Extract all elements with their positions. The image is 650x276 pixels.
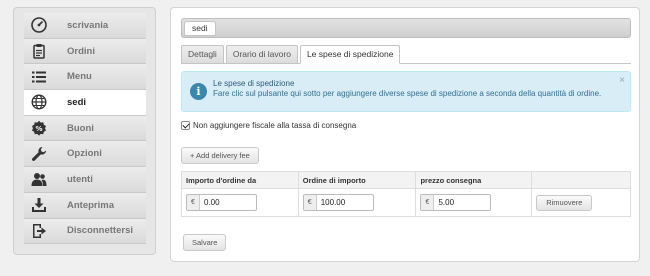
wrench-icon xyxy=(30,145,47,162)
users-icon xyxy=(30,171,47,188)
sidebar-item-label: Anteprima xyxy=(67,199,114,211)
sidebar-item-anteprima[interactable]: Anteprima xyxy=(24,192,146,219)
download-icon xyxy=(30,197,47,214)
sidebar-item-disconnettersi[interactable]: Disconnettersi xyxy=(24,218,146,245)
delivery-price-value: 5.00 xyxy=(438,198,455,207)
column-header-actions xyxy=(531,171,631,189)
column-header-from: Importo d'ordine da xyxy=(181,171,299,189)
sidebar-item-sedi[interactable]: sedi xyxy=(24,90,146,116)
list-icon xyxy=(30,68,47,85)
tab-bar: Dettagli Orario di lavoro Le spese di sp… xyxy=(181,45,631,64)
currency-addon: € xyxy=(187,195,200,210)
page-title: sedi xyxy=(184,21,216,36)
sidebar-item-label: Opzioni xyxy=(67,148,102,160)
amount-from-value: 0.00 xyxy=(204,198,220,207)
panel-header: sedi xyxy=(181,18,631,38)
sidebar-item-opzioni[interactable]: Opzioni xyxy=(24,141,146,168)
sidebar-item-label: sedi xyxy=(67,96,87,108)
table-header-row: Importo d'ordine da Ordine di importo pr… xyxy=(181,171,631,189)
tab-spese-di-spedizione[interactable]: Le spese di spedizione xyxy=(299,45,401,64)
cell-from: € 0.00 xyxy=(181,188,299,217)
close-icon[interactable]: × xyxy=(619,75,625,86)
amount-to-value: 100.00 xyxy=(320,198,346,207)
sidebar-item-scrivania[interactable]: scrivania xyxy=(24,13,146,39)
sidebar-item-label: utenti xyxy=(67,173,93,185)
column-header-price: prezzo consegna xyxy=(415,171,533,189)
sidebar-item-utenti[interactable]: utenti xyxy=(24,167,146,193)
sidebar-item-label: Disconnettersi xyxy=(67,225,133,237)
no-tax-checkbox[interactable] xyxy=(181,121,190,130)
sidebar-item-label: Ordini xyxy=(67,45,95,57)
cell-to: € 100.00 xyxy=(297,188,417,217)
no-tax-option: Non aggiungere fiscale alla tassa di con… xyxy=(181,121,356,130)
delivery-fees-table: Importo d'ordine da Ordine di importo pr… xyxy=(181,171,631,217)
save-button[interactable]: Salvare xyxy=(183,234,227,251)
sidebar-item-label: scrivania xyxy=(67,19,109,31)
tab-orario-di-lavoro[interactable]: Orario di lavoro xyxy=(225,45,298,64)
sidebar-item-ordini[interactable]: Ordini xyxy=(24,38,146,65)
currency-addon: € xyxy=(303,195,317,210)
percent-icon: % xyxy=(30,120,47,137)
clipboard-icon xyxy=(30,43,47,60)
sidebar-item-label: Buoni xyxy=(67,122,94,134)
sidebar-item-buoni[interactable]: % Buoni xyxy=(24,115,146,142)
svg-text:%: % xyxy=(35,125,42,133)
dashboard-icon xyxy=(30,17,47,34)
logout-icon xyxy=(30,222,47,239)
cell-actions: Rimuovere xyxy=(531,188,631,217)
amount-from-input[interactable]: € 0.00 xyxy=(186,194,257,211)
remove-button[interactable]: Rimuovere xyxy=(536,194,593,211)
column-header-to: Ordine di importo xyxy=(297,171,417,189)
sidebar-item-label: Menu xyxy=(67,71,92,83)
main-panel: sedi Dettagli Orario di lavoro Le spese … xyxy=(170,7,640,262)
alert-text: Fare clic sul pulsante qui sotto per agg… xyxy=(213,89,602,98)
sidebar-nav: scrivania Ordini Menu sedi % Buoni Opzio… xyxy=(13,7,156,255)
delivery-price-input[interactable]: € 5.00 xyxy=(420,194,492,211)
table-row: € 0.00 € 100.00 € 5.00 Rimuovere xyxy=(181,188,631,217)
info-icon: i xyxy=(190,83,207,100)
sidebar-item-menu[interactable]: Menu xyxy=(24,64,146,91)
add-delivery-fee-button[interactable]: + Add delivery fee xyxy=(181,147,259,164)
currency-addon: € xyxy=(421,195,435,210)
no-tax-label: Non aggiungere fiscale alla tassa di con… xyxy=(193,121,357,130)
alert-title: Le spese di spedizione xyxy=(213,79,295,88)
info-alert: i Le spese di spedizione Fare clic sul p… xyxy=(181,71,631,112)
globe-icon xyxy=(30,94,47,111)
tab-dettagli[interactable]: Dettagli xyxy=(181,45,224,64)
amount-to-input[interactable]: € 100.00 xyxy=(302,194,374,211)
cell-price: € 5.00 xyxy=(415,188,533,217)
